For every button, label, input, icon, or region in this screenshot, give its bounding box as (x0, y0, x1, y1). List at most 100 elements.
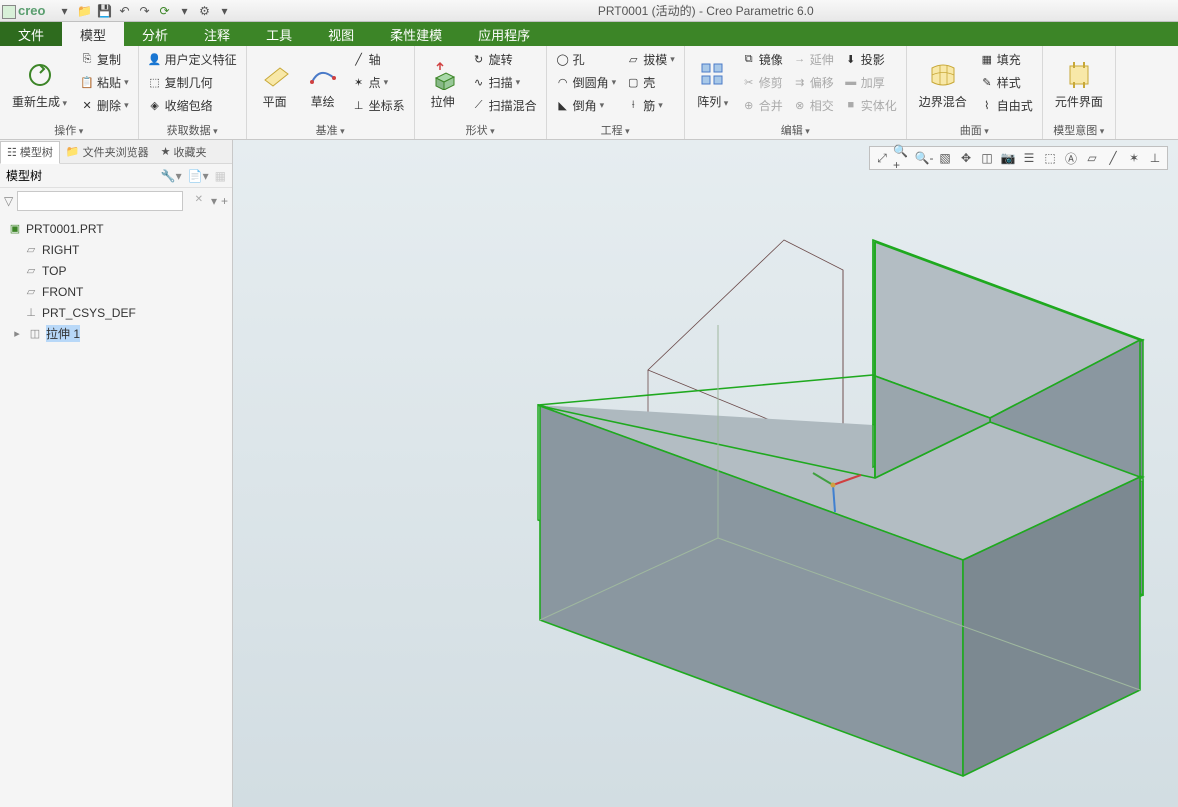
tree-item-top[interactable]: ▱TOP (0, 260, 232, 281)
delete-button[interactable]: ✕删除 (77, 94, 132, 116)
tab-5[interactable]: 柔性建模 (372, 22, 460, 46)
side-search: ▽ ✕ ▾ + (0, 188, 232, 214)
side-tabs: ☷模型树📁文件夹浏览器★收藏夹 (0, 140, 232, 164)
rib-button[interactable]: ⟊筋 (623, 94, 678, 116)
tab-0[interactable]: 模型 (62, 22, 124, 46)
side-tab-label: 收藏夹 (173, 144, 206, 160)
clear-icon[interactable]: ✕ (195, 194, 203, 205)
mirror-button[interactable]: ⧉镜像 (739, 48, 786, 70)
sweep-button[interactable]: ∿扫描 (469, 71, 540, 93)
extend-label: 延伸 (810, 51, 834, 68)
shrinkwrap-button[interactable]: ◈收缩包络 (145, 94, 240, 116)
offset-button: ⇉偏移 (790, 71, 837, 93)
group-label[interactable]: 模型意图 (1049, 121, 1109, 139)
draft-button[interactable]: ▱拔模 (623, 48, 678, 70)
delete-label: 删除 (97, 97, 121, 114)
boundary-blend-button[interactable]: 边界混合 (913, 48, 973, 121)
qat-regen[interactable]: ⟳ (155, 2, 173, 20)
sketch-icon (307, 59, 339, 91)
revolve-button[interactable]: ↻旋转 (469, 48, 540, 70)
tab-3[interactable]: 工具 (248, 22, 310, 46)
axis-button[interactable]: ╱轴 (349, 48, 408, 70)
tree-item-front[interactable]: ▱FRONT (0, 281, 232, 302)
tree-item-right[interactable]: ▱RIGHT (0, 239, 232, 260)
user-feature-button[interactable]: 👤用户定义特征 (145, 48, 240, 70)
component-interface-button[interactable]: 元件界面 (1049, 48, 1109, 121)
window-title: PRT0001 (活动的) - Creo Parametric 6.0 (233, 2, 1178, 19)
shell-icon: ▢ (626, 75, 640, 89)
qat-more[interactable]: ⚙ (195, 2, 213, 20)
point-button[interactable]: ✶点 (349, 71, 408, 93)
tab-6[interactable]: 应用程序 (460, 22, 548, 46)
qat-new[interactable]: ▾ (55, 2, 73, 20)
side-tab-2[interactable]: ★收藏夹 (155, 140, 213, 163)
settings-icon[interactable]: 🔧▾ (161, 169, 182, 183)
hole-button[interactable]: ◯孔 (553, 48, 620, 70)
draft-label: 拔模 (643, 51, 667, 68)
extrude-button[interactable]: 拉伸 (421, 48, 465, 121)
extend-button: →延伸 (790, 48, 837, 70)
project-label: 投影 (861, 51, 885, 68)
group-label[interactable]: 形状 (421, 121, 540, 139)
rib-label: 筋 (643, 97, 655, 114)
shrinkwrap-label: 收缩包络 (165, 97, 213, 114)
sketch-button[interactable]: 草绘 (301, 48, 345, 121)
search-dd-icon[interactable]: ▾ (211, 194, 217, 208)
group-label[interactable]: 工程 (553, 121, 678, 139)
filter-icon[interactable]: ▽ (4, 194, 13, 208)
tree-item-label: RIGHT (42, 243, 79, 257)
hole-icon: ◯ (556, 52, 570, 66)
axis-label: 轴 (369, 51, 381, 68)
group-label[interactable]: 编辑 (691, 121, 900, 139)
project-button[interactable]: ⬇投影 (841, 48, 900, 70)
regenerate-button[interactable]: 重新生成 (6, 48, 73, 121)
qat-windows[interactable]: ▾ (175, 2, 193, 20)
point-icon: ✶ (352, 75, 366, 89)
group-label[interactable]: 曲面 (913, 121, 1036, 139)
style-button[interactable]: ✎样式 (977, 71, 1036, 93)
csys-button[interactable]: ⊥坐标系 (349, 94, 408, 116)
side-tab-1[interactable]: 📁文件夹浏览器 (60, 140, 155, 163)
round-button[interactable]: ◠倒圆角 (553, 71, 620, 93)
qat-open[interactable]: 📁 (75, 2, 93, 20)
trim-label: 修剪 (759, 74, 783, 91)
qat-close[interactable]: ▾ (215, 2, 233, 20)
tab-file[interactable]: 文件 (0, 22, 62, 46)
tree-item-csys[interactable]: ⊥PRT_CSYS_DEF (0, 302, 232, 323)
search-input[interactable] (17, 191, 183, 211)
extrude1-icon: ◫ (28, 327, 42, 340)
plane-button[interactable]: 平面 (253, 48, 297, 121)
tree-item-label: PRT_CSYS_DEF (42, 306, 136, 320)
project-icon: ⬇ (844, 52, 858, 66)
solidify-label: 实体化 (861, 97, 897, 114)
show-icon[interactable]: 📄▾ (188, 169, 209, 183)
pattern-button[interactable]: 阵列 (691, 48, 735, 121)
copy-geom-button[interactable]: ⬚复制几何 (145, 71, 240, 93)
freestyle-button[interactable]: ⌇自由式 (977, 94, 1036, 116)
shell-button[interactable]: ▢壳 (623, 71, 678, 93)
side-tab-0[interactable]: ☷模型树 (0, 141, 60, 164)
sweep-blend-button[interactable]: ⟋扫描混合 (469, 94, 540, 116)
side-header: 模型树 🔧▾ 📄▾ ▦ (0, 164, 232, 188)
group-label[interactable]: 基准 (253, 121, 408, 139)
group-label[interactable]: 获取数据 (145, 121, 240, 139)
copy-button[interactable]: ⎘复制 (77, 48, 132, 70)
tree-item-extrude1[interactable]: ▸◫拉伸 1 (0, 323, 232, 344)
qat-undo[interactable]: ↶ (115, 2, 133, 20)
group-label[interactable]: 操作 (6, 121, 132, 139)
viewport[interactable]: ⤢🔍+🔍-▧✥◫📷☰⬚Ⓐ▱╱✶⊥ (233, 140, 1178, 807)
fill-button[interactable]: ▦填充 (977, 48, 1036, 70)
tab-2[interactable]: 注释 (186, 22, 248, 46)
side-tab-icon: ☷ (7, 146, 17, 159)
tree-filter-icon[interactable]: ▦ (215, 169, 226, 183)
expand-icon[interactable]: ▸ (10, 327, 24, 340)
chamfer-button[interactable]: ◣倒角 (553, 94, 620, 116)
trim-icon: ✂ (742, 75, 756, 89)
add-icon[interactable]: + (221, 194, 228, 208)
qat-redo[interactable]: ↷ (135, 2, 153, 20)
tree-root[interactable]: ▣PRT0001.PRT (0, 218, 232, 239)
tab-4[interactable]: 视图 (310, 22, 372, 46)
tab-1[interactable]: 分析 (124, 22, 186, 46)
qat-save[interactable]: 💾 (95, 2, 113, 20)
paste-button[interactable]: 📋粘贴 (77, 71, 132, 93)
